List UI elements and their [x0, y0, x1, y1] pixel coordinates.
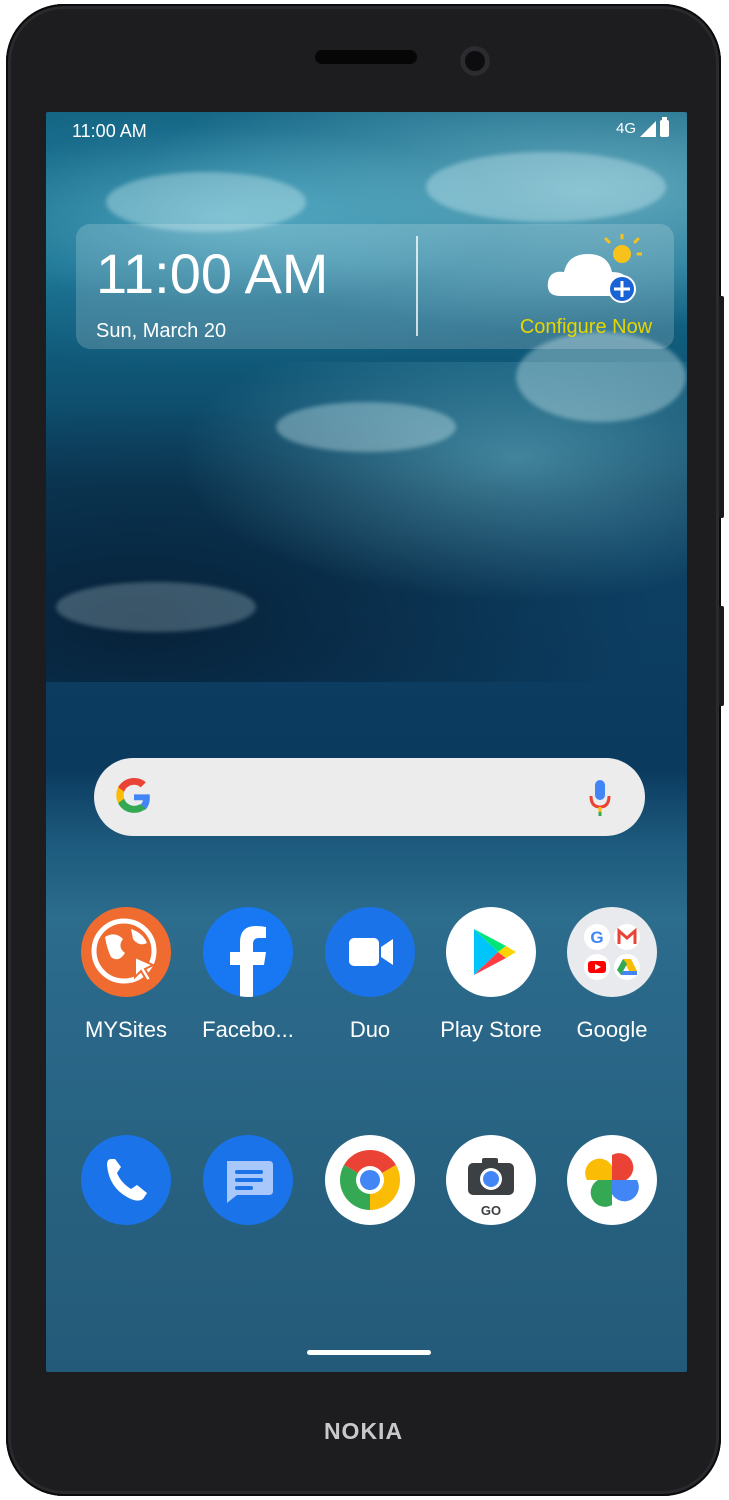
home-screen: 11:00 AM 4G 11:00 AM Sun, March 20 Confi…	[46, 112, 687, 1372]
clock-date[interactable]: Sun, March 20	[96, 320, 226, 343]
app-label: Google	[576, 1017, 648, 1042]
battery-icon	[660, 117, 669, 137]
configure-now-link[interactable]: Configure Now	[488, 316, 684, 339]
photos-icon	[567, 1135, 657, 1225]
gesture-nav-bar[interactable]	[307, 1350, 431, 1355]
google-search-bar[interactable]	[94, 758, 645, 836]
wallpaper-foam	[426, 152, 666, 222]
wallpaper-foam	[106, 172, 306, 232]
facebook-icon	[203, 907, 293, 997]
play-store-icon	[446, 907, 536, 997]
app-facebook[interactable]: Facebo...	[192, 907, 304, 1043]
app-play-store[interactable]: Play Store	[435, 907, 547, 1043]
clock-time[interactable]: 11:00 AM	[96, 246, 328, 302]
app-label: MYSites	[85, 1017, 167, 1042]
app-phone[interactable]	[70, 1135, 182, 1225]
svg-text:G: G	[590, 928, 603, 947]
wallpaper-foam	[56, 582, 256, 632]
phone-body: 11:00 AM 4G 11:00 AM Sun, March 20 Confi…	[6, 4, 724, 1496]
app-mysites[interactable]: MYSites	[70, 907, 182, 1043]
google-g-icon	[116, 778, 150, 813]
app-label: Play Store	[440, 1017, 542, 1042]
app-photos[interactable]	[556, 1135, 668, 1225]
signal-icon	[640, 120, 656, 137]
app-label: Duo	[349, 1017, 391, 1042]
app-chrome[interactable]	[314, 1135, 426, 1225]
volume-button	[719, 296, 724, 518]
globe-cursor-icon	[81, 907, 171, 997]
mic-icon[interactable]	[587, 778, 613, 818]
google-folder-icon: G	[567, 907, 657, 997]
brand-logo: NOKIA	[323, 1418, 404, 1444]
widget-divider	[416, 236, 418, 336]
cloud-sun-plus-icon[interactable]	[542, 234, 642, 314]
network-type: 4G	[615, 120, 636, 137]
wallpaper-foam	[276, 402, 456, 452]
video-camera-icon	[325, 907, 415, 997]
clock-weather-widget[interactable]: 11:00 AM Sun, March 20 Configure Now	[76, 224, 674, 349]
chrome-icon	[325, 1135, 415, 1225]
app-label: Facebo...	[202, 1017, 294, 1042]
front-camera	[460, 46, 490, 76]
camera-go-icon: GO	[446, 1135, 536, 1225]
power-button	[719, 606, 724, 706]
messages-icon	[203, 1135, 293, 1225]
app-messages[interactable]	[192, 1135, 304, 1225]
earpiece	[315, 50, 417, 64]
app-google-folder[interactable]: G Google	[556, 907, 668, 1043]
status-bar: 11:00 AM 4G	[46, 112, 687, 148]
status-time: 11:00 AM	[72, 121, 147, 141]
app-duo[interactable]: Duo	[314, 907, 426, 1043]
camera-go-badge: GO	[481, 1203, 501, 1218]
app-camera-go[interactable]: GO	[435, 1135, 547, 1225]
status-indicators: 4G	[615, 117, 669, 137]
phone-icon	[81, 1135, 171, 1225]
